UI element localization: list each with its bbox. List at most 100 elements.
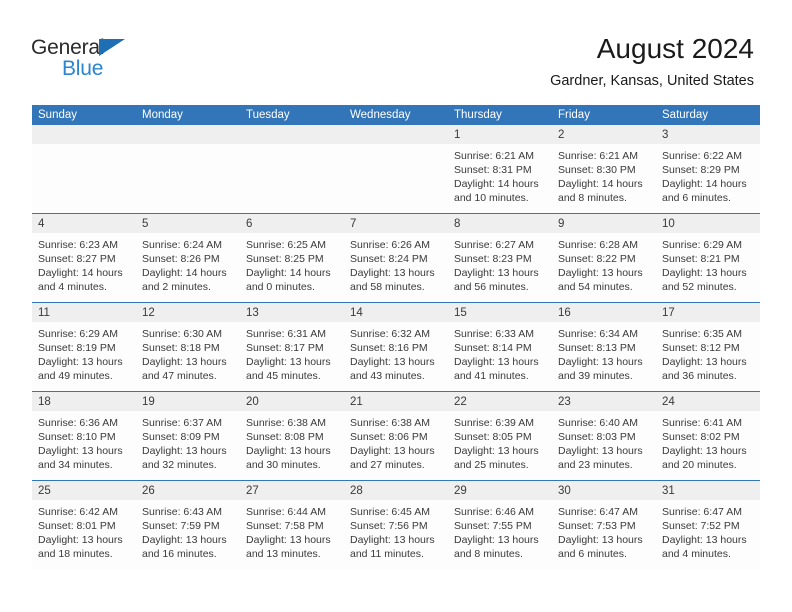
sunrise-line: Sunrise: 6:38 AM — [350, 417, 430, 429]
day-number: 29 — [454, 485, 467, 497]
day-cell[interactable]: 15 Sunrise: 6:33 AM Sunset: 8:14 PM Dayligh… — [448, 303, 552, 391]
day-cell[interactable]: 18 Sunrise: 6:36 AM Sunset: 8:10 PM Dayligh… — [32, 392, 136, 480]
day-cell-empty — [136, 125, 240, 213]
day-number: 24 — [662, 396, 675, 408]
day-number: 11 — [38, 307, 50, 319]
day-cell[interactable]: 22 Sunrise: 6:39 AM Sunset: 8:05 PM Dayligh… — [448, 392, 552, 480]
sunset-line: Sunset: 8:05 PM — [454, 431, 532, 443]
day-details: Sunrise: 6:23 AM Sunset: 8:27 PM Daylight:… — [32, 233, 136, 294]
day-details: Sunrise: 6:21 AM Sunset: 8:31 PM Daylight:… — [448, 144, 552, 205]
day-cell[interactable]: 27 Sunrise: 6:44 AM Sunset: 7:58 PM Dayligh… — [240, 481, 344, 569]
daylight-line-cont: and 25 minutes. — [454, 459, 529, 471]
sunset-line: Sunset: 8:09 PM — [142, 431, 220, 443]
day-number-strip: 20 — [240, 392, 344, 411]
day-details: Sunrise: 6:40 AM Sunset: 8:03 PM Daylight:… — [552, 411, 656, 472]
day-number-strip: 6 — [240, 214, 344, 233]
day-cell[interactable]: 8 Sunrise: 6:27 AM Sunset: 8:23 PM Daylight… — [448, 214, 552, 302]
day-number-strip: 11 — [32, 303, 136, 322]
daylight-line: Daylight: 13 hours — [38, 534, 123, 546]
day-cell[interactable]: 9 Sunrise: 6:28 AM Sunset: 8:22 PM Daylight… — [552, 214, 656, 302]
day-number-strip: 13 — [240, 303, 344, 322]
daylight-line-cont: and 32 minutes. — [142, 459, 217, 471]
logo-triangle-icon — [99, 39, 125, 56]
general-blue-logo[interactable]: General Blue — [31, 36, 171, 82]
sunset-line: Sunset: 8:26 PM — [142, 253, 220, 265]
day-cell[interactable]: 17 Sunrise: 6:35 AM Sunset: 8:12 PM Dayligh… — [656, 303, 760, 391]
day-cell[interactable]: 21 Sunrise: 6:38 AM Sunset: 8:06 PM Dayligh… — [344, 392, 448, 480]
day-cell[interactable]: 6 Sunrise: 6:25 AM Sunset: 8:25 PM Daylight… — [240, 214, 344, 302]
day-cell[interactable]: 31 Sunrise: 6:47 AM Sunset: 7:52 PM Dayligh… — [656, 481, 760, 569]
day-number: 22 — [454, 396, 467, 408]
day-details: Sunrise: 6:28 AM Sunset: 8:22 PM Daylight:… — [552, 233, 656, 294]
day-details: Sunrise: 6:36 AM Sunset: 8:10 PM Daylight:… — [32, 411, 136, 472]
day-cell[interactable]: 12 Sunrise: 6:30 AM Sunset: 8:18 PM Dayligh… — [136, 303, 240, 391]
day-cell[interactable]: 30 Sunrise: 6:47 AM Sunset: 7:53 PM Dayligh… — [552, 481, 656, 569]
daylight-line-cont: and 6 minutes. — [662, 192, 731, 204]
day-details: Sunrise: 6:31 AM Sunset: 8:17 PM Daylight:… — [240, 322, 344, 383]
day-cell[interactable]: 29 Sunrise: 6:46 AM Sunset: 7:55 PM Dayligh… — [448, 481, 552, 569]
daylight-line: Daylight: 13 hours — [558, 445, 643, 457]
sunset-line: Sunset: 8:23 PM — [454, 253, 532, 265]
sunrise-line: Sunrise: 6:21 AM — [558, 150, 638, 162]
day-cell[interactable]: 16 Sunrise: 6:34 AM Sunset: 8:13 PM Dayligh… — [552, 303, 656, 391]
day-cell[interactable]: 25 Sunrise: 6:42 AM Sunset: 8:01 PM Dayligh… — [32, 481, 136, 569]
day-cell[interactable]: 5 Sunrise: 6:24 AM Sunset: 8:26 PM Daylight… — [136, 214, 240, 302]
day-cell[interactable]: 26 Sunrise: 6:43 AM Sunset: 7:59 PM Dayligh… — [136, 481, 240, 569]
day-cell[interactable]: 20 Sunrise: 6:38 AM Sunset: 8:08 PM Dayligh… — [240, 392, 344, 480]
sunrise-line: Sunrise: 6:47 AM — [662, 506, 742, 518]
day-cell[interactable]: 10 Sunrise: 6:29 AM Sunset: 8:21 PM Dayligh… — [656, 214, 760, 302]
day-number: 6 — [246, 218, 253, 230]
sunset-line: Sunset: 8:08 PM — [246, 431, 324, 443]
day-cell[interactable]: 1 Sunrise: 6:21 AM Sunset: 8:31 PM Daylight… — [448, 125, 552, 213]
day-number: 12 — [142, 307, 155, 319]
daylight-line: Daylight: 13 hours — [558, 356, 643, 368]
daylight-line: Daylight: 13 hours — [350, 445, 435, 457]
day-number-strip: 14 — [344, 303, 448, 322]
day-cell[interactable]: 28 Sunrise: 6:45 AM Sunset: 7:56 PM Dayligh… — [344, 481, 448, 569]
weekday-header-sunday: Sunday — [38, 109, 78, 121]
day-cell[interactable]: 24 Sunrise: 6:41 AM Sunset: 8:02 PM Dayligh… — [656, 392, 760, 480]
daylight-line-cont: and 49 minutes. — [38, 370, 113, 382]
day-cell[interactable]: 23 Sunrise: 6:40 AM Sunset: 8:03 PM Dayligh… — [552, 392, 656, 480]
day-details: Sunrise: 6:34 AM Sunset: 8:13 PM Daylight:… — [552, 322, 656, 383]
sunrise-line: Sunrise: 6:28 AM — [558, 239, 638, 251]
day-number-strip: 4 — [32, 214, 136, 233]
daylight-line-cont: and 54 minutes. — [558, 281, 633, 293]
logo-text-blue: Blue — [62, 57, 104, 80]
page-header: General Blue August 2024 Gardner, Kansas… — [0, 0, 792, 100]
calendar-week-row: 25 Sunrise: 6:42 AM Sunset: 8:01 PM Dayligh… — [32, 480, 760, 569]
daylight-line-cont: and 45 minutes. — [246, 370, 321, 382]
day-number: 28 — [350, 485, 363, 497]
day-number-strip: 1 — [448, 125, 552, 144]
day-cell[interactable]: 3 Sunrise: 6:22 AM Sunset: 8:29 PM Daylight… — [656, 125, 760, 213]
day-details: Sunrise: 6:22 AM Sunset: 8:29 PM Daylight:… — [656, 144, 760, 205]
day-number-strip: 30 — [552, 481, 656, 500]
day-cell[interactable]: 4 Sunrise: 6:23 AM Sunset: 8:27 PM Daylight… — [32, 214, 136, 302]
day-number: 7 — [350, 218, 357, 230]
sunrise-line: Sunrise: 6:29 AM — [38, 328, 118, 340]
day-details: Sunrise: 6:41 AM Sunset: 8:02 PM Daylight:… — [656, 411, 760, 472]
page-subtitle: Gardner, Kansas, United States — [550, 73, 754, 89]
weekday-header-wednesday: Wednesday — [350, 109, 411, 121]
daylight-line: Daylight: 13 hours — [662, 445, 747, 457]
day-details: Sunrise: 6:25 AM Sunset: 8:25 PM Daylight:… — [240, 233, 344, 294]
sunrise-line: Sunrise: 6:26 AM — [350, 239, 430, 251]
day-cell[interactable]: 11 Sunrise: 6:29 AM Sunset: 8:19 PM Dayligh… — [32, 303, 136, 391]
day-details: Sunrise: 6:29 AM Sunset: 8:21 PM Daylight:… — [656, 233, 760, 294]
day-cell[interactable]: 14 Sunrise: 6:32 AM Sunset: 8:16 PM Dayligh… — [344, 303, 448, 391]
day-cell[interactable]: 19 Sunrise: 6:37 AM Sunset: 8:09 PM Dayligh… — [136, 392, 240, 480]
day-details: Sunrise: 6:38 AM Sunset: 8:06 PM Daylight:… — [344, 411, 448, 472]
daylight-line: Daylight: 13 hours — [350, 534, 435, 546]
day-cell[interactable]: 2 Sunrise: 6:21 AM Sunset: 8:30 PM Daylight… — [552, 125, 656, 213]
sunrise-line: Sunrise: 6:25 AM — [246, 239, 326, 251]
day-details: Sunrise: 6:38 AM Sunset: 8:08 PM Daylight:… — [240, 411, 344, 472]
daylight-line-cont: and 43 minutes. — [350, 370, 425, 382]
sunset-line: Sunset: 8:22 PM — [558, 253, 636, 265]
sunset-line: Sunset: 8:13 PM — [558, 342, 636, 354]
day-cell[interactable]: 7 Sunrise: 6:26 AM Sunset: 8:24 PM Daylight… — [344, 214, 448, 302]
day-cell[interactable]: 13 Sunrise: 6:31 AM Sunset: 8:17 PM Dayligh… — [240, 303, 344, 391]
daylight-line: Daylight: 14 hours — [38, 267, 123, 279]
sunset-line: Sunset: 8:10 PM — [38, 431, 116, 443]
daylight-line-cont: and 23 minutes. — [558, 459, 633, 471]
daylight-line-cont: and 27 minutes. — [350, 459, 425, 471]
